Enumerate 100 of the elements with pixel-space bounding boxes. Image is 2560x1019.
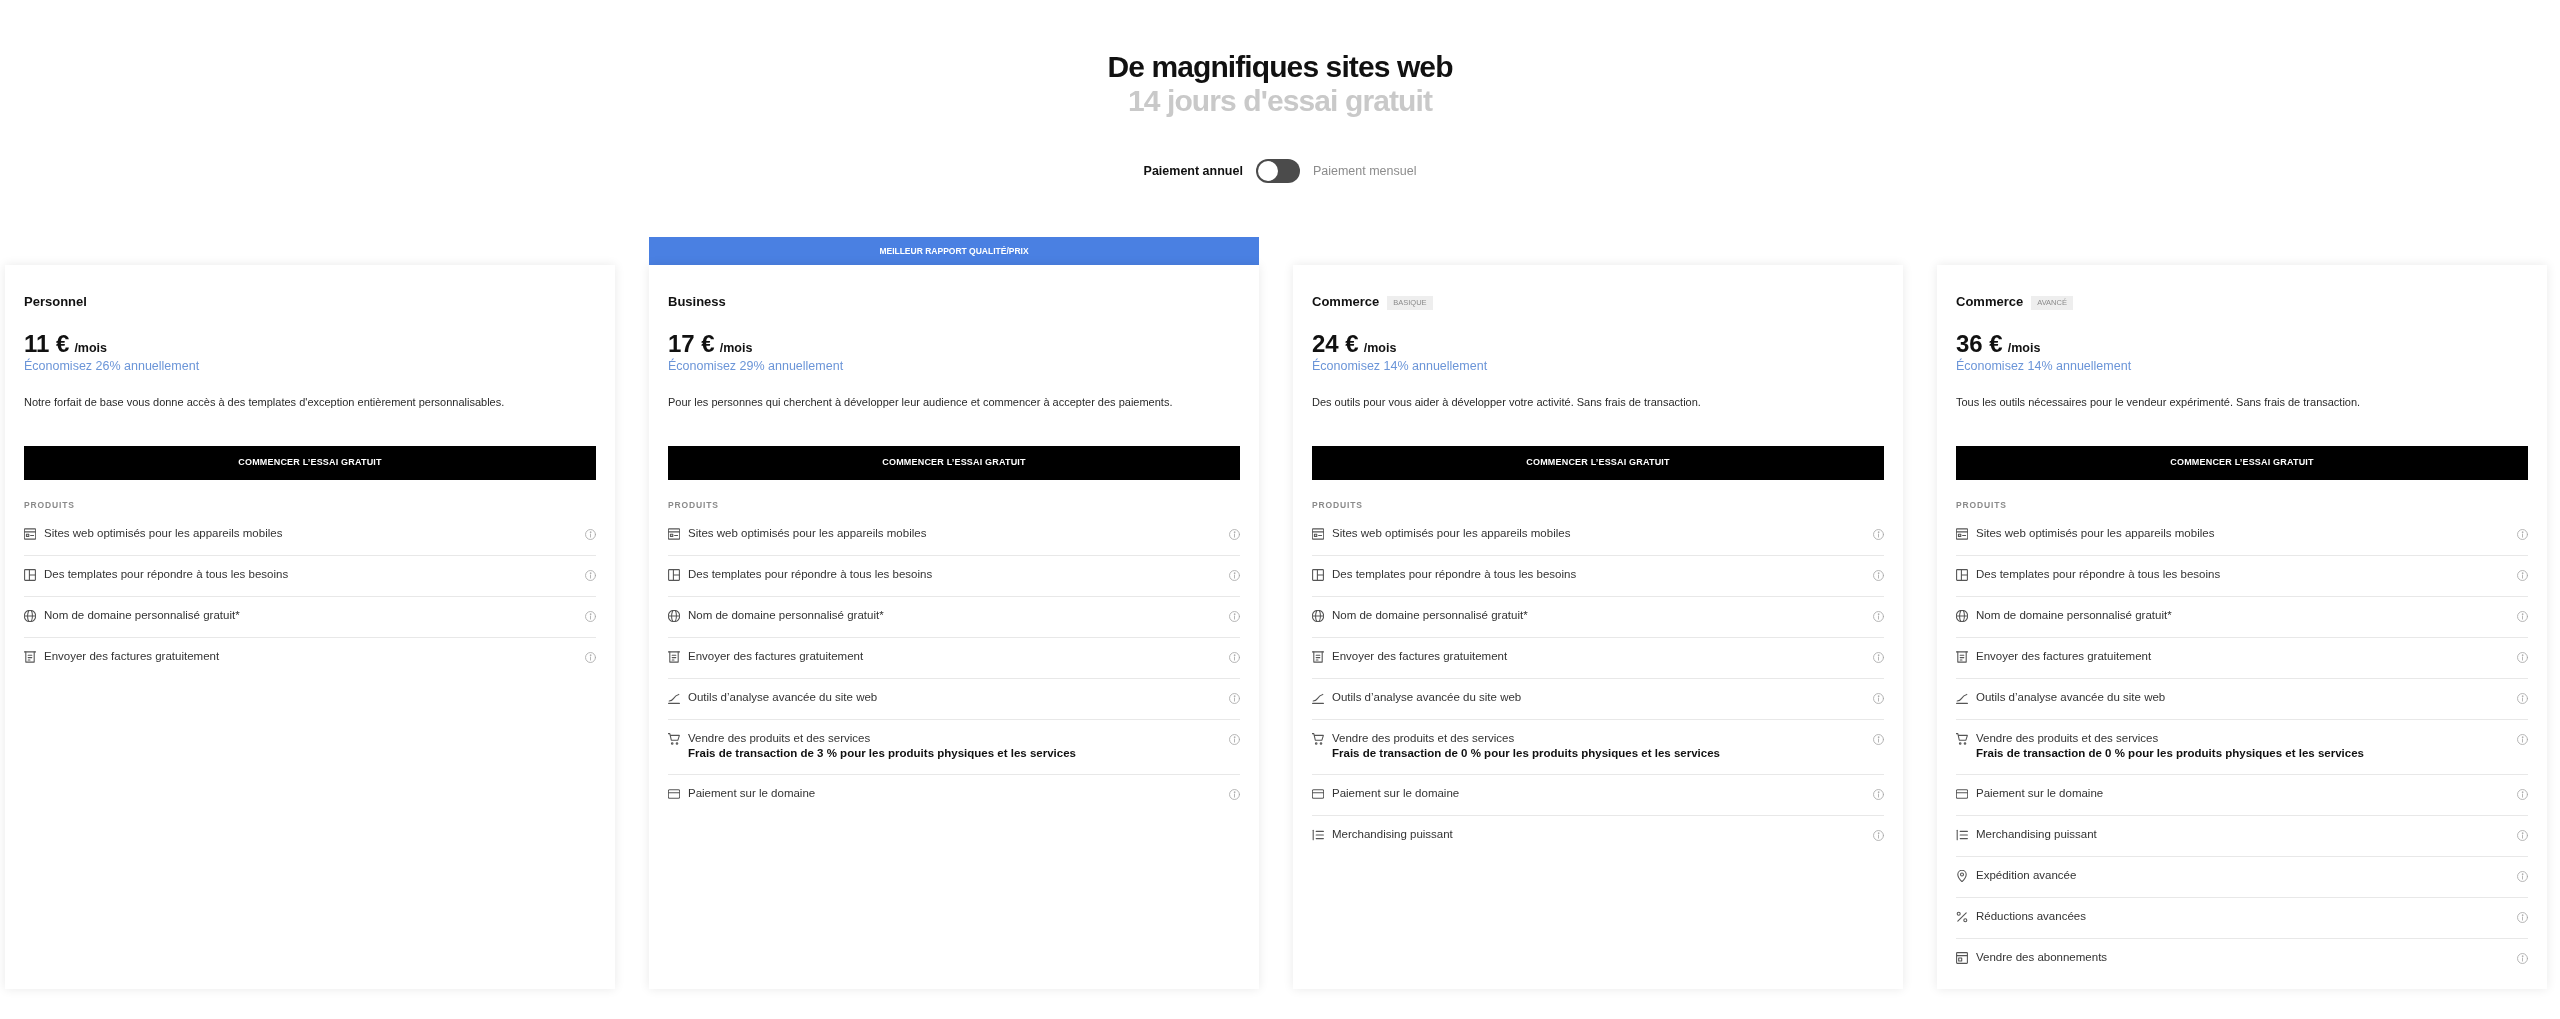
price-period: /mois (719, 340, 753, 356)
cart-icon (1312, 733, 1324, 745)
browser-window-icon (1312, 528, 1324, 540)
info-icon[interactable] (1873, 529, 1884, 540)
info-icon[interactable] (1873, 652, 1884, 663)
feature-label: Paiement sur le domaine (688, 786, 816, 801)
feature-label: Paiement sur le domaine (1332, 786, 1460, 801)
start-trial-button[interactable]: COMMENCER L’ESSAI GRATUIT (24, 446, 596, 480)
savings-note: Économisez 14% annuellement (1956, 358, 2132, 374)
feature-label: Nom de domaine personnalisé gratuit* (1332, 608, 1528, 623)
info-icon[interactable] (1229, 570, 1240, 581)
price-period: /mois (2007, 340, 2041, 356)
browser-window-icon (24, 528, 36, 540)
plan-price: 11 € (24, 330, 70, 358)
feature-label: Sites web optimisés pour les appareils mobiles (1976, 526, 2215, 541)
price-period: /mois (74, 340, 108, 356)
info-icon[interactable] (1229, 529, 1240, 540)
info-icon[interactable] (2517, 611, 2528, 622)
globe-icon (24, 610, 36, 622)
chart-line-icon (1956, 692, 1968, 704)
plan-price: 24 € (1312, 330, 1359, 358)
map-pin-icon (1956, 870, 1968, 882)
info-icon[interactable] (585, 611, 596, 622)
plan-price: 36 € (1956, 330, 2003, 358)
info-icon[interactable] (2517, 830, 2528, 841)
feature-label: Expédition avancée (1976, 868, 2077, 883)
info-icon[interactable] (2517, 652, 2528, 663)
feature-note: Frais de transaction de 0 % pour les produits physiques et les services (1332, 746, 1720, 760)
feature-label: Envoyer des factures gratuitement (44, 649, 220, 664)
feature-label: Des templates pour répondre à tous les besoins (44, 567, 289, 582)
list-icon (1312, 829, 1324, 841)
feature-label: Vendre des produits et des services (1332, 731, 1515, 746)
feature-label: Outils d’analyse avancée du site web (1332, 690, 1522, 705)
chart-line-icon (1312, 692, 1324, 704)
globe-icon (1312, 610, 1324, 622)
receipt-icon (24, 651, 36, 663)
feature-label: Sites web optimisés pour les appareils mobiles (44, 526, 283, 541)
layout-icon (24, 569, 36, 581)
credit-card-icon (1956, 788, 1968, 800)
plan-name: Commerce (1312, 294, 1380, 310)
receipt-icon (668, 651, 680, 663)
info-icon[interactable] (1873, 693, 1884, 704)
info-icon[interactable] (585, 529, 596, 540)
billing-option-label: Paiement mensuel (1312, 162, 1417, 180)
info-icon[interactable] (1873, 570, 1884, 581)
feature-label: Vendre des produits et des services (688, 731, 871, 746)
info-icon[interactable] (2517, 789, 2528, 800)
panel-icon (1956, 952, 1968, 964)
section-label: PRODUITS (668, 499, 719, 511)
info-icon[interactable] (2517, 871, 2528, 882)
feature-label: Envoyer des factures gratuitement (1332, 649, 1508, 664)
feature-label: Envoyer des factures gratuitement (1976, 649, 2152, 664)
info-icon[interactable] (585, 652, 596, 663)
plan-description: Notre forfait de base vous donne accès à des templates d'exception entièrement personnalisables. (24, 395, 505, 410)
info-icon[interactable] (2517, 529, 2528, 540)
plan-description: Pour les personnes qui cherchent à développer leur audience et commencer à accepter des paiements. (668, 395, 1173, 410)
info-icon[interactable] (1229, 652, 1240, 663)
info-icon[interactable] (2517, 912, 2528, 923)
globe-icon (1956, 610, 1968, 622)
section-label: PRODUITS (1956, 499, 2007, 511)
start-trial-button[interactable]: COMMENCER L’ESSAI GRATUIT (1956, 446, 2528, 480)
cart-icon (668, 733, 680, 745)
receipt-icon (1312, 651, 1324, 663)
plan-description: Des outils pour vous aider à développer votre activité. Sans frais de transaction. (1312, 395, 1701, 410)
info-icon[interactable] (2517, 570, 2528, 581)
info-icon[interactable] (1229, 693, 1240, 704)
plan-name: Business (668, 294, 726, 310)
plan-name: Commerce (1956, 294, 2024, 310)
start-trial-button[interactable]: COMMENCER L’ESSAI GRATUIT (668, 446, 1240, 480)
info-icon[interactable] (1873, 611, 1884, 622)
feature-label: Des templates pour répondre à tous les besoins (1332, 567, 1577, 582)
info-icon[interactable] (1873, 734, 1884, 745)
plan-description: Tous les outils nécessaires pour le vendeur expérimenté. Sans frais de transaction. (1956, 395, 2361, 410)
browser-window-icon (668, 528, 680, 540)
feature-label: Sites web optimisés pour les appareils mobiles (688, 526, 927, 541)
info-icon[interactable] (1229, 789, 1240, 800)
feature-label: Nom de domaine personnalisé gratuit* (44, 608, 240, 623)
feature-label: Merchandising puissant (1332, 827, 1453, 842)
billing-toggle[interactable] (1255, 159, 1300, 183)
info-icon[interactable] (1229, 734, 1240, 745)
chart-line-icon (668, 692, 680, 704)
info-icon[interactable] (1873, 830, 1884, 841)
feature-label: Réductions avancées (1976, 909, 2086, 924)
start-trial-button[interactable]: COMMENCER L’ESSAI GRATUIT (1312, 446, 1884, 480)
info-icon[interactable] (2517, 693, 2528, 704)
info-icon[interactable] (2517, 734, 2528, 745)
cart-icon (1956, 733, 1968, 745)
info-icon[interactable] (1873, 789, 1884, 800)
feature-label: Envoyer des factures gratuitement (688, 649, 864, 664)
info-icon[interactable] (585, 570, 596, 581)
feature-label: Vendre des abonnements (1976, 950, 2108, 965)
browser-window-icon (1956, 528, 1968, 540)
feature-label: Outils d’analyse avancée du site web (1976, 690, 2166, 705)
section-label: PRODUITS (1312, 499, 1363, 511)
savings-note: Économisez 29% annuellement (668, 358, 844, 374)
info-icon[interactable] (1229, 611, 1240, 622)
percent-icon (1956, 911, 1968, 923)
feature-label: Nom de domaine personnalisé gratuit* (1976, 608, 2172, 623)
feature-label: Outils d’analyse avancée du site web (688, 690, 878, 705)
info-icon[interactable] (2517, 953, 2528, 964)
